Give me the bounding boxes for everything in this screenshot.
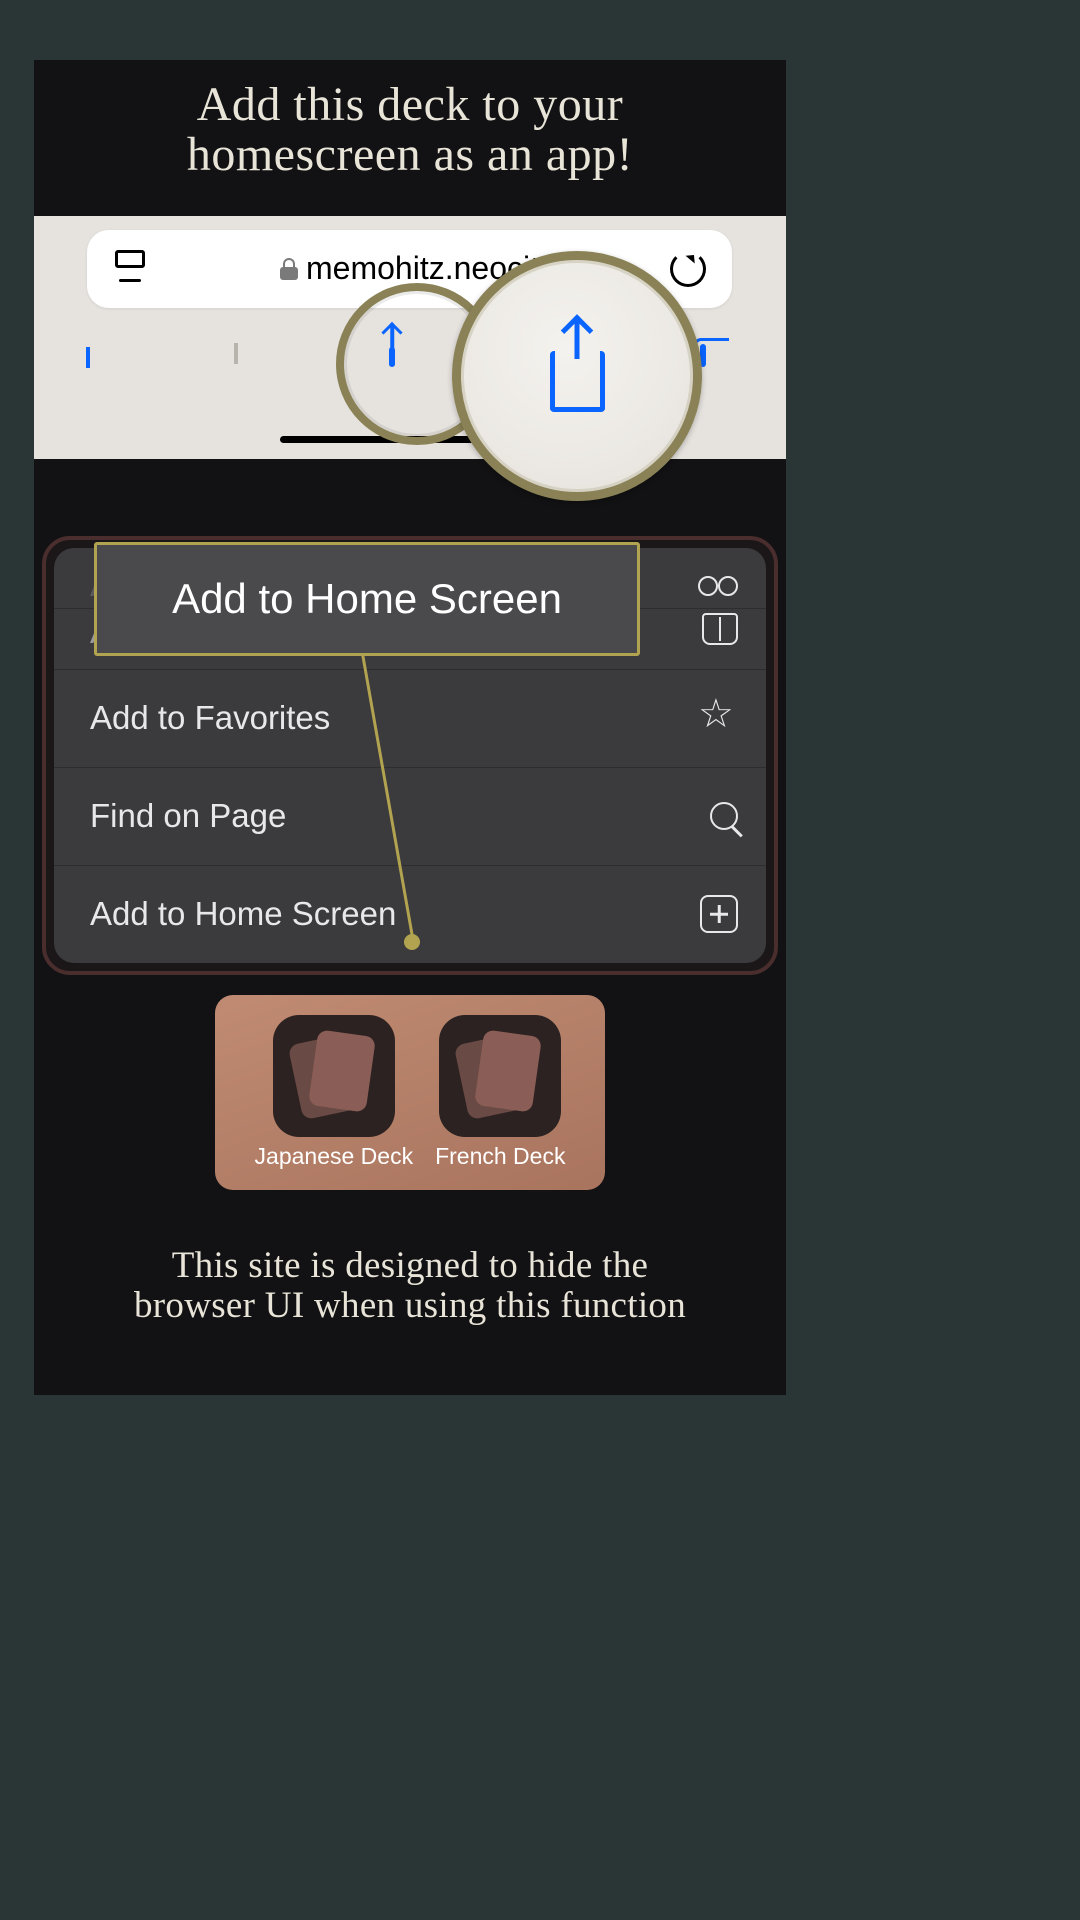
- share-sheet-screenshot: Add to Reading List Add Bookmark Add to …: [42, 536, 778, 975]
- app-label-left: Japanese Deck: [255, 1143, 414, 1170]
- menu-label: Add to Favorites: [90, 699, 330, 737]
- highlight-ring-large: [452, 251, 702, 501]
- star-icon: [698, 698, 738, 738]
- search-icon: [710, 802, 738, 830]
- footer-text: This site is designed to hide the browse…: [34, 1246, 786, 1327]
- callout-connector-dot: [404, 934, 420, 950]
- app-icon-left: [273, 1015, 395, 1137]
- share-icon-magnified: [550, 351, 605, 412]
- menu-row-favorites: Add to Favorites: [54, 670, 766, 768]
- homescreen-preview: Japanese Deck French Deck: [215, 995, 605, 1190]
- lock-icon: [280, 258, 298, 280]
- menu-label: Add to Home Screen: [90, 895, 396, 933]
- plus-box-icon: [700, 895, 738, 933]
- page-settings-icon: [113, 252, 147, 286]
- app-label-right: French Deck: [435, 1143, 565, 1170]
- safari-screenshot: memohitz.neocit: [34, 216, 786, 459]
- forward-icon: [234, 347, 276, 389]
- app-icon-right: [439, 1015, 561, 1137]
- tabs-icon: [700, 347, 742, 389]
- tutorial-card: Add this deck to your homescreen as an a…: [34, 60, 786, 1395]
- footer-line-1: This site is designed to hide the: [172, 1245, 648, 1286]
- app-preview-right: French Deck: [435, 1015, 565, 1170]
- headline: Add this deck to your homescreen as an a…: [34, 80, 786, 181]
- headline-line-2: homescreen as an app!: [34, 130, 786, 180]
- back-icon: [78, 347, 120, 389]
- footer-line-2: browser UI when using this function: [134, 1285, 686, 1326]
- callout-highlight: Add to Home Screen: [94, 542, 640, 656]
- book-icon: [702, 613, 738, 645]
- share-icon: [389, 347, 431, 389]
- app-preview-left: Japanese Deck: [255, 1015, 414, 1170]
- menu-label: Find on Page: [90, 797, 286, 835]
- menu-row-find: Find on Page: [54, 768, 766, 866]
- callout-text: Add to Home Screen: [172, 575, 562, 623]
- glasses-icon: [698, 564, 738, 604]
- refresh-icon: [670, 251, 706, 287]
- headline-line-1: Add this deck to your: [197, 78, 623, 131]
